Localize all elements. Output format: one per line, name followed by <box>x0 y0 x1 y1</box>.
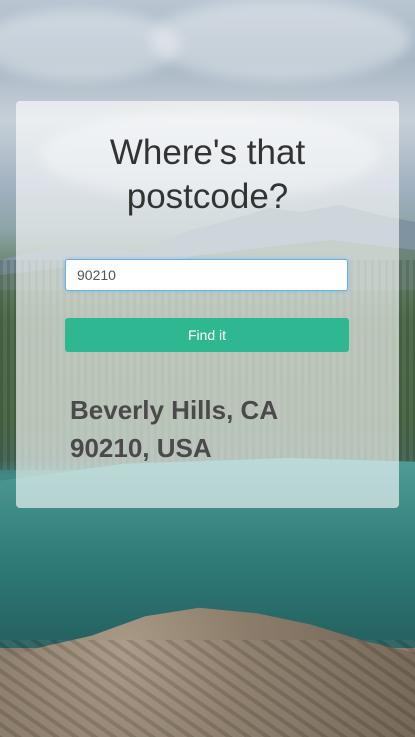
cloud <box>150 0 410 80</box>
result-line1: Beverly Hills, CA <box>70 395 279 425</box>
page-title: Where's that postcode? <box>16 131 399 219</box>
result-line2: 90210, USA <box>70 433 212 463</box>
find-it-button[interactable]: Find it <box>65 318 349 352</box>
result-address: Beverly Hills, CA 90210, USA <box>70 391 370 467</box>
page-title-line2: postcode? <box>126 177 289 216</box>
rock-texture <box>0 640 415 737</box>
search-card: Where's that postcode? Find it Beverly H… <box>16 101 399 508</box>
background-landscape: Where's that postcode? Find it Beverly H… <box>0 0 415 737</box>
postcode-input[interactable] <box>65 259 348 291</box>
page-title-line1: Where's that <box>109 133 306 172</box>
